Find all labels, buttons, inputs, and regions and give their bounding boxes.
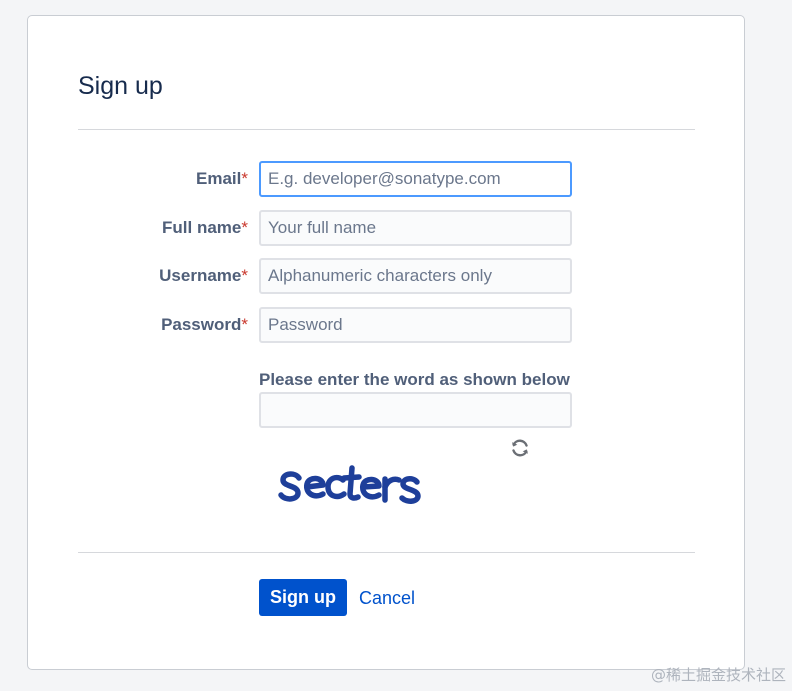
captcha-prompt: Please enter the word as shown below: [259, 370, 570, 389]
required-marker: *: [241, 169, 248, 188]
username-field[interactable]: [259, 258, 572, 294]
required-marker: *: [241, 218, 248, 237]
email-label: Email*: [38, 161, 248, 197]
header-divider: [78, 129, 695, 130]
password-label: Password*: [38, 307, 248, 343]
password-field[interactable]: [259, 307, 572, 343]
full-name-label-text: Full name: [162, 218, 242, 237]
email-label-text: Email: [196, 169, 242, 188]
username-label-text: Username: [159, 266, 242, 285]
signup-card: Sign up Email* Full name* Username* Pass…: [27, 15, 745, 670]
sign-up-button[interactable]: Sign up: [259, 579, 347, 616]
email-field[interactable]: [259, 161, 572, 197]
required-marker: *: [241, 315, 248, 334]
username-label: Username*: [38, 258, 248, 294]
full-name-field[interactable]: [259, 210, 572, 246]
required-marker: *: [241, 266, 248, 285]
captcha-input[interactable]: [259, 392, 572, 428]
captcha-image: [277, 456, 447, 512]
full-name-label: Full name*: [38, 210, 248, 246]
watermark: @稀土掘金技术社区: [650, 666, 786, 684]
password-label-text: Password: [161, 315, 242, 334]
footer-divider: [78, 552, 695, 553]
cancel-link[interactable]: Cancel: [359, 588, 415, 609]
refresh-icon[interactable]: [509, 437, 531, 459]
page-title: Sign up: [78, 72, 163, 100]
